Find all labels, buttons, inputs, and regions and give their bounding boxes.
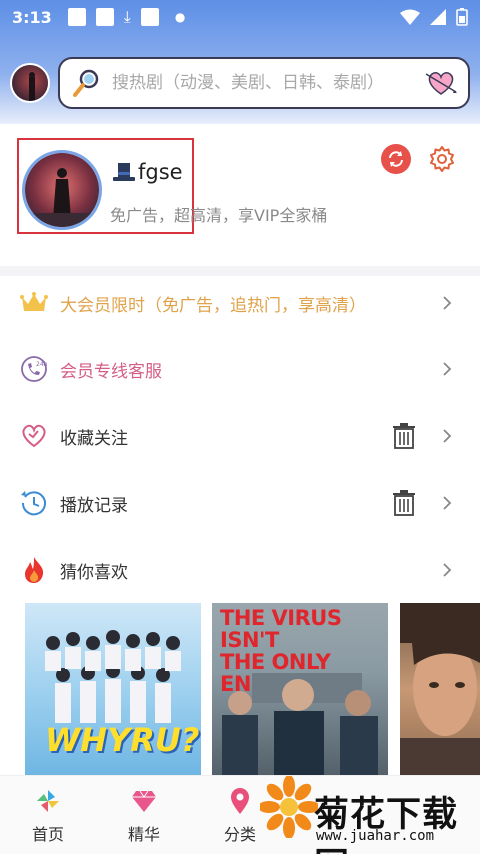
poster-whyru[interactable]: WHYRU? xyxy=(25,603,201,775)
menu-favorites[interactable]: 收藏关注 xyxy=(0,403,480,469)
profile-card: fgse 免广告，超高清，享VIP全家桶 xyxy=(0,124,480,266)
tab-featured-label: 精华 xyxy=(127,824,160,844)
search-row xyxy=(10,55,470,111)
gem-icon xyxy=(130,787,158,815)
notification-icon xyxy=(140,8,159,26)
heart-arrow-icon xyxy=(425,72,457,95)
status-time: 3:13 xyxy=(12,7,52,27)
map-pin-icon xyxy=(226,787,254,815)
tab-home[interactable]: 首页 xyxy=(0,776,96,854)
poster-portrait-image xyxy=(400,603,480,775)
sync-icon xyxy=(389,151,403,167)
top-hat-icon xyxy=(113,163,135,181)
history-label: 播放记录 xyxy=(60,495,128,516)
recommend-label: 猜你喜欢 xyxy=(60,562,128,583)
fire-icon xyxy=(20,556,48,584)
menu-history[interactable]: 播放记录 xyxy=(0,470,480,536)
svg-text:24h: 24h xyxy=(36,361,48,368)
poster-soldiers-image xyxy=(222,673,378,775)
menu-vip-service[interactable]: 24h 会员专线客服 xyxy=(0,336,480,402)
chrysanthemum-logo-icon xyxy=(260,776,318,838)
poster-the-last-ship[interactable]: THE VIRUS ISN'T THE ONLY ENEMY xyxy=(212,603,388,775)
poster-cast-image xyxy=(45,630,181,723)
history-clock-icon xyxy=(20,489,48,517)
watermark-url: www.juahar.com xyxy=(316,828,435,844)
recommend-posters: WHYRU? THE VIRUS ISN'T THE ONLY ENEMY xyxy=(0,603,480,775)
chevron-right-icon xyxy=(443,296,452,310)
notification-icon xyxy=(67,8,86,26)
search-icon xyxy=(73,69,99,97)
status-bar: 3:13 ⤓ ● xyxy=(0,0,480,34)
menu-recommend[interactable]: 猜你喜欢 xyxy=(0,537,480,603)
notification-icon xyxy=(95,8,114,26)
avatar[interactable] xyxy=(22,150,102,230)
sync-button[interactable] xyxy=(381,144,411,174)
tab-featured[interactable]: 精华 xyxy=(96,776,192,854)
wifi-icon xyxy=(400,9,420,25)
gear-icon xyxy=(430,146,454,172)
search-box[interactable] xyxy=(58,57,470,109)
settings-button[interactable] xyxy=(427,144,457,174)
favorites-label: 收藏关注 xyxy=(60,428,128,449)
poster-whyru-title: WHYRU? xyxy=(45,721,200,759)
support-24h-icon: 24h xyxy=(20,355,48,383)
signal-icon xyxy=(430,9,446,25)
header-avatar[interactable] xyxy=(10,63,50,103)
heart-icon xyxy=(20,422,48,450)
poster-actor[interactable] xyxy=(400,603,480,775)
search-input[interactable] xyxy=(112,73,424,93)
download-icon: ⤓ xyxy=(123,7,131,26)
menu-vip-promo[interactable]: 大会员限时（免广告，追热门，享高清） xyxy=(0,270,480,336)
chevron-right-icon xyxy=(443,362,452,376)
vip-service-label: 会员专线客服 xyxy=(60,361,162,382)
username: fgse xyxy=(112,160,183,184)
pinwheel-icon xyxy=(34,787,62,815)
chevron-right-icon xyxy=(443,563,452,577)
tab-category-label: 分类 xyxy=(223,824,256,844)
username-text: fgse xyxy=(138,160,183,184)
site-watermark: 菊花下载网 www.juahar.com xyxy=(258,770,480,854)
crown-icon xyxy=(20,289,48,317)
battery-icon xyxy=(456,8,468,26)
tab-home-label: 首页 xyxy=(31,824,64,844)
chevron-right-icon xyxy=(443,429,452,443)
more-notifications-icon: ● xyxy=(174,10,186,24)
trash-icon[interactable] xyxy=(392,423,416,449)
trash-icon[interactable] xyxy=(392,490,416,516)
chevron-right-icon xyxy=(443,496,452,510)
vip-promo-label: 大会员限时（免广告，追热门，享高清） xyxy=(60,295,366,316)
vip-subtitle: 免广告，超高清，享VIP全家桶 xyxy=(110,206,328,225)
